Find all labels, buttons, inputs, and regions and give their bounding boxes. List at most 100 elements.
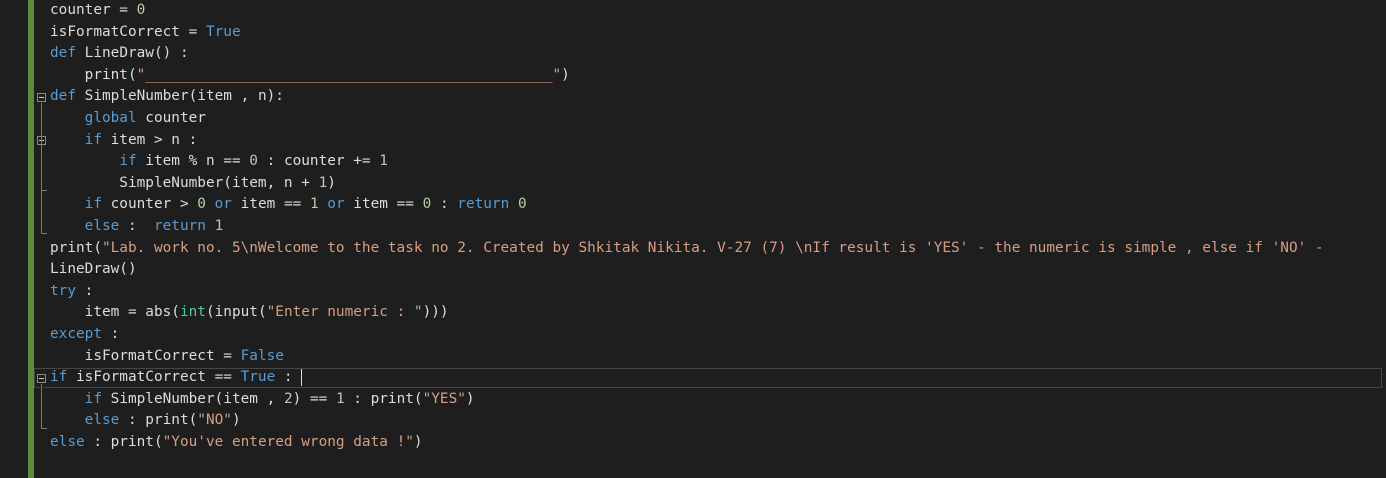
- code-token: except: [50, 325, 102, 342]
- code-token: if: [84, 131, 102, 148]
- code-token: 1: [309, 196, 319, 213]
- code-token: 1: [214, 217, 224, 234]
- code-token: isFormatCorrect ==: [67, 369, 241, 386]
- code-editor[interactable]: counter = 0 isFormatCorrect = True def Lin…: [0, 0, 1386, 478]
- code-token: :: [275, 369, 302, 386]
- text-caret: [301, 368, 303, 386]
- code-token: item = abs(: [50, 304, 180, 321]
- code-token: :: [431, 196, 458, 213]
- fold-guide-line: [41, 146, 42, 190]
- code-token: ): [327, 174, 336, 191]
- code-line[interactable]: global counter: [50, 108, 1386, 130]
- code-token: (input(: [205, 304, 267, 321]
- code-token: "_______________________________________…: [136, 66, 562, 83]
- glyph-margin: [0, 0, 28, 478]
- code-token: ) ==: [292, 390, 336, 407]
- code-token: 0: [197, 196, 206, 213]
- code-token: counter =: [50, 2, 137, 18]
- collapse-minus-icon[interactable]: [37, 93, 46, 102]
- code-token: ): [465, 390, 475, 407]
- code-token: True: [240, 369, 276, 386]
- code-token: 2: [283, 390, 293, 407]
- code-token: counter: [136, 109, 206, 126]
- code-token: or: [214, 196, 232, 213]
- code-line[interactable]: LineDraw(): [50, 259, 1386, 281]
- code-line[interactable]: counter = 0: [50, 0, 1386, 22]
- code-token: SimpleNumber(item ,: [101, 390, 284, 407]
- code-line[interactable]: if item % n == 0 : counter += 1: [50, 151, 1386, 173]
- code-token: "You've entered wrong data !": [162, 433, 414, 450]
- code-line[interactable]: SimpleNumber(item, n + 1): [50, 173, 1386, 195]
- code-line[interactable]: isFormatCorrect = True: [50, 22, 1386, 44]
- code-line[interactable]: print("_________________________________…: [50, 65, 1386, 87]
- code-token: : counter +=: [257, 153, 380, 170]
- fold-guide-end: [41, 190, 47, 191]
- fold-guide-line: [41, 384, 42, 428]
- code-line[interactable]: except :: [50, 324, 1386, 346]
- code-token: if: [50, 369, 68, 386]
- code-token: LineDraw() :: [76, 45, 189, 62]
- code-line[interactable]: else : return 1: [50, 216, 1386, 238]
- code-line[interactable]: else : print("You've entered wrong data …: [50, 432, 1386, 454]
- code-token: return: [153, 217, 206, 234]
- code-token: return: [457, 196, 510, 213]
- code-token: ): [231, 412, 241, 429]
- code-token: item % n ==: [136, 153, 250, 170]
- code-text-area[interactable]: counter = 0 isFormatCorrect = True def Lin…: [50, 0, 1386, 453]
- code-token: : print(: [84, 433, 163, 450]
- code-token: : print(: [344, 390, 423, 407]
- code-token: LineDraw(): [50, 261, 137, 278]
- code-token: :: [101, 325, 120, 342]
- code-token: 0: [249, 153, 258, 170]
- code-token: else: [84, 217, 120, 234]
- code-token: isFormatCorrect =: [50, 23, 206, 40]
- code-token: ): [561, 66, 570, 83]
- code-token: False: [240, 347, 284, 364]
- code-line[interactable]: def LineDraw() :: [50, 43, 1386, 65]
- code-token: : print(: [119, 412, 198, 429]
- code-token: int: [179, 304, 206, 321]
- code-line[interactable]: if SimpleNumber(item , 2) == 1 : print("…: [50, 389, 1386, 411]
- code-line[interactable]: if item > n :: [50, 130, 1386, 152]
- code-token: 1: [318, 174, 328, 191]
- code-token: item > n :: [101, 131, 198, 148]
- code-line[interactable]: print("Lab. work no. 5\nWelcome to the t…: [50, 238, 1386, 260]
- code-token: :: [119, 217, 154, 234]
- fold-guide-end: [41, 233, 47, 234]
- fold-guide-end: [41, 428, 47, 429]
- code-line[interactable]: try :: [50, 281, 1386, 303]
- code-token: def: [50, 88, 76, 105]
- code-token: SimpleNumber(item, n +: [50, 174, 319, 191]
- code-token: if: [119, 153, 137, 170]
- code-token: print(: [50, 239, 102, 256]
- code-token: 0: [136, 2, 146, 18]
- code-line[interactable]: isFormatCorrect = False: [50, 346, 1386, 368]
- code-token: "NO": [197, 412, 232, 429]
- code-token: "Enter numeric : ": [266, 304, 423, 321]
- code-token: else: [50, 433, 85, 450]
- code-line[interactable]: def SimpleNumber(item , n):: [50, 86, 1386, 108]
- code-line[interactable]: else : print("NO"): [50, 410, 1386, 432]
- code-line[interactable]: if counter > 0 or item == 1 or item == 0…: [50, 194, 1386, 216]
- code-line[interactable]: item = abs(int(input("Enter numeric : ")…: [50, 302, 1386, 324]
- code-token: item ==: [231, 196, 310, 213]
- code-token: if: [84, 390, 102, 407]
- code-token: print(: [50, 66, 137, 83]
- code-token: 0: [422, 196, 432, 213]
- code-token: isFormatCorrect =: [50, 347, 241, 364]
- code-token: global: [84, 109, 137, 126]
- code-line[interactable]: if isFormatCorrect == True :: [50, 367, 1386, 389]
- code-token: item ==: [344, 196, 423, 213]
- code-token: :: [76, 282, 94, 299]
- code-token: "YES": [422, 390, 466, 407]
- code-token: 1: [379, 153, 388, 170]
